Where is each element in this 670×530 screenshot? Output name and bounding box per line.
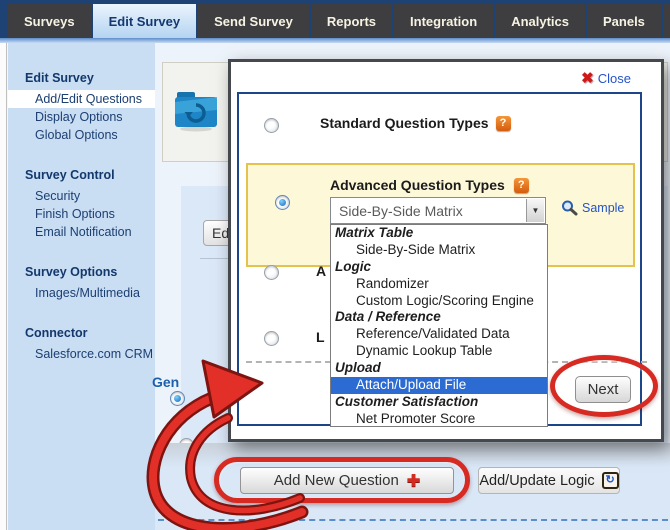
sidebar-section-connector: Connector [8,326,155,345]
dropdown-option-net-promoter-score[interactable]: Net Promoter Score [331,411,547,427]
sidebar-item-salesforce-com-crm[interactable]: Salesforce.com CRM [8,345,155,363]
sidebar-item-global-options[interactable]: Global Options [8,126,155,144]
select-dropdown-arrow-icon[interactable]: ▼ [526,199,544,222]
sidebar-item-finish-options[interactable]: Finish Options [8,205,155,223]
dropdown-group-customer-satisfaction: Customer Satisfaction [331,394,547,411]
logic-icon: ↻ [602,472,619,489]
tab-partial[interactable] [663,4,670,38]
tab-integration[interactable]: Integration [394,4,493,38]
plus-icon: ✚ [407,471,420,491]
question-type-select[interactable]: Side-By-Side Matrix ▼ [330,197,546,224]
sidebar-item-add-edit-questions[interactable]: Add/Edit Questions [8,90,155,108]
add-new-question-button[interactable]: Add New Question ✚ [240,467,454,494]
standard-question-types-label: Standard Question Types [320,115,489,131]
dropdown-list: Matrix TableSide-By-Side MatrixLogicRand… [330,224,548,427]
sample-label: Sample [582,201,624,215]
bottom-dashed-divider [158,519,668,521]
dropdown-option-attach-upload-file[interactable]: Attach/Upload File [331,377,547,394]
dropdown-option-reference-validated-data[interactable]: Reference/Validated Data [331,326,547,343]
refresh-folder-icon[interactable] [171,88,221,136]
add-update-logic-label: Add/Update Logic [479,473,594,489]
page: SurveysEdit SurveySend SurveyReportsInte… [0,0,670,530]
help-icon[interactable]: ? [514,178,529,193]
sidebar-section-edit-survey: Edit Survey [8,71,155,90]
left-gutter [0,43,7,530]
radio-option-3[interactable] [264,265,279,280]
sidebar-item-security[interactable]: Security [8,187,155,205]
sidebar-nav: Edit SurveyAdd/Edit QuestionsDisplay Opt… [8,43,155,530]
sidebar-item-email-notification[interactable]: Email Notification [8,223,155,241]
sidebar-section-survey-control: Survey Control [8,168,155,187]
sidebar-section-survey-options: Survey Options [8,265,155,284]
tab-send-survey[interactable]: Send Survey [198,4,309,38]
advanced-question-types-label: Advanced Question Types [330,177,505,193]
question-type-dialog: ✖ Close Standard Question Types ? Advanc… [228,59,664,442]
tab-panels[interactable]: Panels [587,4,661,38]
radio-advanced-question-types[interactable] [275,195,290,210]
dropdown-group-upload: Upload [331,360,547,377]
dropdown-option-randomizer[interactable]: Randomizer [331,276,547,293]
option-3-label-fragment: A [316,263,326,279]
close-x-icon: ✖ [581,69,594,87]
dropdown-option-side-by-side-matrix[interactable]: Side-By-Side Matrix [331,242,547,259]
tab-analytics[interactable]: Analytics [495,4,585,38]
dropdown-group-logic: Logic [331,259,547,276]
close-label: Close [598,71,631,86]
question-type-select-value: Side-By-Side Matrix [339,203,463,219]
option-4-label-fragment: L [316,329,325,345]
tab-edit-survey[interactable]: Edit Survey [93,4,197,38]
general-heading-fragment: Gen [152,374,179,390]
tab-surveys[interactable]: Surveys [8,4,91,38]
dropdown-option-custom-logic-scoring-engine[interactable]: Custom Logic/Scoring Engine [331,293,547,310]
nav-tabs: SurveysEdit SurveySend SurveyReportsInte… [0,4,670,38]
sidebar-item-display-options[interactable]: Display Options [8,108,155,126]
help-icon[interactable]: ? [496,116,511,131]
sample-link[interactable]: Sample [561,200,624,216]
add-new-question-label: Add New Question [274,472,399,489]
next-button[interactable]: Next [575,376,631,403]
dropdown-group-data-reference: Data / Reference [331,309,547,326]
background-radio-selected[interactable] [170,391,185,406]
dropdown-group-matrix-table: Matrix Table [331,225,547,242]
sidebar-item-images-multimedia[interactable]: Images/Multimedia [8,284,155,302]
radio-standard-question-types[interactable] [264,118,279,133]
magnifier-icon [561,200,578,216]
tab-reports[interactable]: Reports [311,4,392,38]
radio-option-4[interactable] [264,331,279,346]
dropdown-option-dynamic-lookup-table[interactable]: Dynamic Lookup Table [331,343,547,360]
add-update-logic-button[interactable]: Add/Update Logic ↻ [478,467,620,494]
close-button[interactable]: ✖ Close [581,69,631,87]
